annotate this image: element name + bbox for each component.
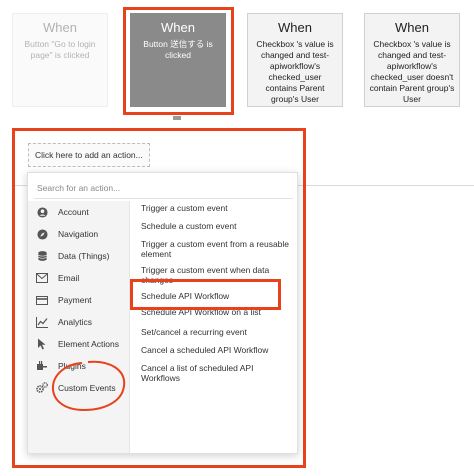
action-cancel-scheduled-api-workflow[interactable]: Cancel a scheduled API Workflow [141,345,291,355]
envelope-icon [36,272,48,284]
category-label: Element Actions [58,339,119,349]
gears-icon [36,382,48,394]
custom-events-annotation-circle [51,360,126,412]
event-card-description: Button "Go to login page" is clicked [24,39,96,60]
action-trigger-event-reusable[interactable]: Trigger a custom event from a reusable e… [141,239,291,259]
event-card-description: Checkbox 's value is changed and test-ap… [369,39,455,104]
category-label: Payment [58,295,92,305]
category-navigation[interactable]: Navigation [36,225,128,243]
category-label: Navigation [58,229,99,239]
database-icon [36,250,48,262]
category-label: Data (Things) [58,251,110,261]
event-card-title: When [278,20,312,35]
category-label: Account [58,207,89,217]
category-payment[interactable]: Payment [36,291,128,309]
category-analytics[interactable]: Analytics [36,313,128,331]
action-set-cancel-recurring[interactable]: Set/cancel a recurring event [141,327,291,337]
category-label: Analytics [58,317,93,327]
action-search-input[interactable]: Search for an action... [34,177,293,199]
event-card-description: Checkbox 's value is changed and test-ap… [256,39,334,104]
schedule-api-workflow-highlight [130,279,281,310]
category-label: Email [58,273,80,283]
action-schedule-custom-event[interactable]: Schedule a custom event [141,221,291,231]
compass-icon [36,228,48,240]
event-card-checkbox-not-contains[interactable]: When Checkbox 's value is changed and te… [364,13,460,107]
category-element-actions[interactable]: Element Actions [36,335,128,353]
action-trigger-custom-event[interactable]: Trigger a custom event [141,203,291,213]
event-card-title: When [43,20,77,35]
plug-icon [36,360,48,372]
add-action-button[interactable]: Click here to add an action... [28,143,150,167]
person-icon [36,206,48,218]
event-card-title: When [395,20,429,35]
pointer-icon [36,338,48,350]
category-email[interactable]: Email [36,269,128,287]
credit-card-icon [36,294,48,306]
category-data-things[interactable]: Data (Things) [36,247,128,265]
action-cancel-list-scheduled[interactable]: Cancel a list of scheduled API Workflows [141,363,291,383]
category-list: Account Navigation Data (Things) Email P… [28,201,130,453]
chart-icon [36,316,48,328]
selected-event-pointer [173,116,181,120]
category-account[interactable]: Account [36,203,128,221]
event-card-go-to-login[interactable]: When Button "Go to login page" is clicke… [12,13,108,107]
selected-event-highlight [123,7,234,115]
event-card-checkbox-contains[interactable]: When Checkbox 's value is changed and te… [247,13,343,107]
